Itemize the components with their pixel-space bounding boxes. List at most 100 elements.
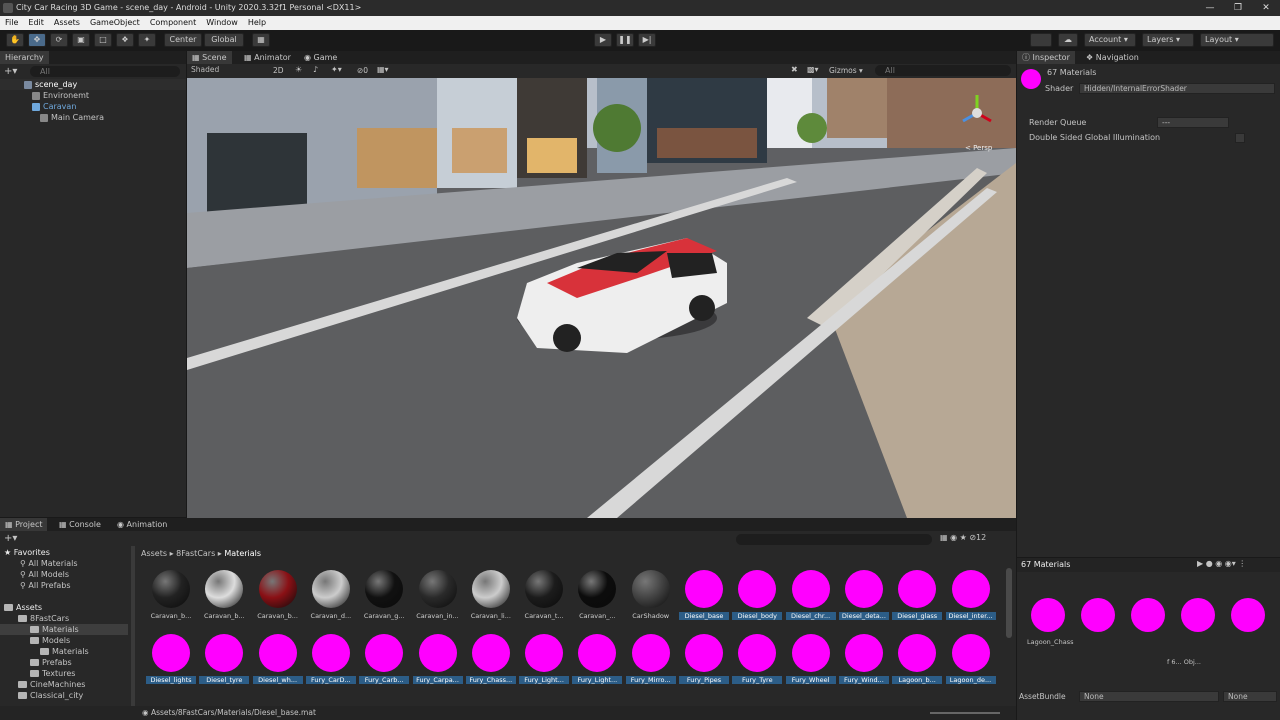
material-item[interactable]: Diesel_tyre <box>199 632 250 694</box>
layers-dropdown[interactable]: Layers ▾ <box>1142 33 1194 47</box>
account-dropdown[interactable]: Account ▾ <box>1084 33 1136 47</box>
toggle-2d-button[interactable]: 2D <box>273 66 284 75</box>
transform-tool-icon[interactable]: ❖ <box>116 33 134 47</box>
hierarchy-item-caravan[interactable]: Caravan <box>32 101 76 112</box>
tree-prefabs[interactable]: Prefabs <box>30 657 72 668</box>
menu-edit[interactable]: Edit <box>23 16 49 30</box>
filter-type-icon[interactable]: ▦ ◉ ★ ⊘12 <box>940 533 986 542</box>
scale-tool-icon[interactable]: ▣ <box>72 33 90 47</box>
material-item[interactable]: Caravan_t... <box>519 568 569 630</box>
material-item[interactable]: Caravan_d... <box>306 568 356 630</box>
rotate-tool-icon[interactable]: ⟳ <box>50 33 68 47</box>
favorites-header[interactable]: ★ Favorites <box>4 547 50 558</box>
material-item[interactable]: Fury_Wind... <box>838 632 889 694</box>
add-object-icon[interactable]: +▾ <box>4 66 17 77</box>
material-item[interactable]: Diesel_base <box>679 568 729 630</box>
shading-dropdown[interactable]: Shaded <box>187 65 267 76</box>
material-item[interactable]: Lagoon_b... <box>892 632 943 694</box>
camera-settings-icon[interactable]: ▩▾ <box>807 65 819 74</box>
cloud-icon[interactable]: ☁ <box>1058 33 1078 47</box>
tab-scene[interactable]: ▦ Scene <box>187 51 232 64</box>
tree-materials-selected[interactable]: Materials <box>0 624 128 635</box>
material-item[interactable]: Diesel_lights <box>146 632 196 694</box>
layout-dropdown[interactable]: Layout ▾ <box>1200 33 1274 47</box>
tab-animation[interactable]: ◉ Animation <box>112 518 172 531</box>
favorite-all-models[interactable]: ⚲ All Models <box>20 569 69 580</box>
material-item[interactable]: Diesel_deta... <box>838 568 889 630</box>
scene-root-row[interactable]: scene_day <box>0 79 186 90</box>
material-item[interactable]: Diesel_wh... <box>252 632 303 694</box>
scene-search-input[interactable]: All <box>875 65 1011 76</box>
material-item[interactable]: Diesel_chr... <box>785 568 836 630</box>
breadcrumb-assets[interactable]: Assets <box>141 549 167 558</box>
minimize-icon[interactable]: — <box>1196 0 1224 16</box>
material-item[interactable]: Fury_Tyre <box>732 632 783 694</box>
tree-models[interactable]: Models <box>30 635 70 646</box>
tab-console[interactable]: ▦ Console <box>54 518 106 531</box>
tree-8fastcars[interactable]: 8FastCars <box>18 613 69 624</box>
lighting-icon[interactable]: ☀ <box>295 65 302 74</box>
double-sided-checkbox[interactable] <box>1235 133 1245 143</box>
pivot-center-button[interactable]: Center <box>164 33 202 47</box>
hidden-objects-icon[interactable]: ⊘0 <box>357 66 368 75</box>
asset-grid-scrollbar[interactable] <box>1006 568 1012 638</box>
tree-textures[interactable]: Textures <box>30 668 75 679</box>
tools-icon[interactable]: ✖ <box>791 65 798 74</box>
play-button[interactable]: ▶ <box>594 33 612 47</box>
tab-inspector[interactable]: ⓘ Inspector <box>1017 51 1075 64</box>
menu-window[interactable]: Window <box>201 16 243 30</box>
material-item[interactable]: Caravan_... <box>572 568 622 630</box>
material-item[interactable]: Fury_Carb... <box>359 632 410 694</box>
favorite-all-prefabs[interactable]: ⚲ All Prefabs <box>20 580 71 591</box>
material-item[interactable]: CarShadow <box>626 568 676 630</box>
effects-icon[interactable]: ✦▾ <box>331 65 342 74</box>
pivot-global-button[interactable]: Global <box>204 33 244 47</box>
material-item[interactable]: Diesel_body <box>732 568 783 630</box>
material-item[interactable]: Diesel_inter... <box>945 568 996 630</box>
tab-game[interactable]: ◉ Game <box>299 51 342 64</box>
material-item[interactable]: Fury_Light... <box>572 632 623 694</box>
menu-gameobject[interactable]: GameObject <box>85 16 145 30</box>
scene-view[interactable]: < Persp <box>187 78 1016 518</box>
material-item[interactable]: Fury_Mirro... <box>625 632 676 694</box>
hierarchy-search-input[interactable]: All <box>30 66 180 77</box>
create-asset-icon[interactable]: +▾ <box>4 533 17 544</box>
audio-icon[interactable]: ♪ <box>313 65 318 74</box>
tree-models-materials[interactable]: Materials <box>40 646 89 657</box>
tree-scrollbar[interactable] <box>131 546 135 706</box>
hand-tool-icon[interactable]: ✋ <box>6 33 24 47</box>
gizmos-dropdown[interactable]: Gizmos ▾ <box>829 66 863 75</box>
assetbundle-dropdown[interactable]: None <box>1079 691 1219 702</box>
shader-dropdown[interactable]: Hidden/InternalErrorShader <box>1079 83 1275 94</box>
favorite-all-materials[interactable]: ⚲ All Materials <box>20 558 78 569</box>
material-item[interactable]: Fury_Chass... <box>465 632 516 694</box>
assets-header[interactable]: Assets <box>4 602 42 613</box>
material-item[interactable]: Fury_Wheel <box>785 632 836 694</box>
persp-label[interactable]: < Persp <box>965 144 992 152</box>
grid-snap-icon[interactable]: ▦ <box>252 33 270 47</box>
material-item[interactable]: Lagoon_de... <box>945 632 996 694</box>
material-item[interactable]: Caravan_li... <box>466 568 516 630</box>
hierarchy-item-main-camera[interactable]: Main Camera <box>40 112 104 123</box>
menu-help[interactable]: Help <box>243 16 271 30</box>
render-queue-dropdown[interactable]: --- <box>1157 117 1229 128</box>
tab-navigation[interactable]: ❖ Navigation <box>1081 51 1144 64</box>
tab-hierarchy[interactable]: Hierarchy <box>0 51 49 64</box>
tree-cinemachines[interactable]: CineMachines <box>18 679 85 690</box>
move-tool-icon[interactable]: ✥ <box>28 33 46 47</box>
material-item[interactable]: Caravan_g... <box>359 568 409 630</box>
breadcrumb-8fastcars[interactable]: 8FastCars <box>176 549 215 558</box>
material-item[interactable]: Fury_Carpa... <box>412 632 463 694</box>
menu-file[interactable]: File <box>0 16 23 30</box>
material-item[interactable]: Diesel_glass <box>892 568 943 630</box>
menu-assets[interactable]: Assets <box>49 16 85 30</box>
breadcrumb-materials[interactable]: Materials <box>224 549 261 558</box>
menu-component[interactable]: Component <box>145 16 201 30</box>
grid-toggle-icon[interactable]: ▦▾ <box>377 65 389 74</box>
tab-project[interactable]: ▦ Project <box>0 518 48 531</box>
tab-animator[interactable]: ▦ Animator <box>239 51 296 64</box>
material-item[interactable]: Caravan_in... <box>413 568 463 630</box>
material-item[interactable]: Caravan_b... <box>146 568 196 630</box>
thumbnail-size-slider[interactable] <box>930 712 1000 714</box>
maximize-icon[interactable]: ❐ <box>1224 0 1252 16</box>
